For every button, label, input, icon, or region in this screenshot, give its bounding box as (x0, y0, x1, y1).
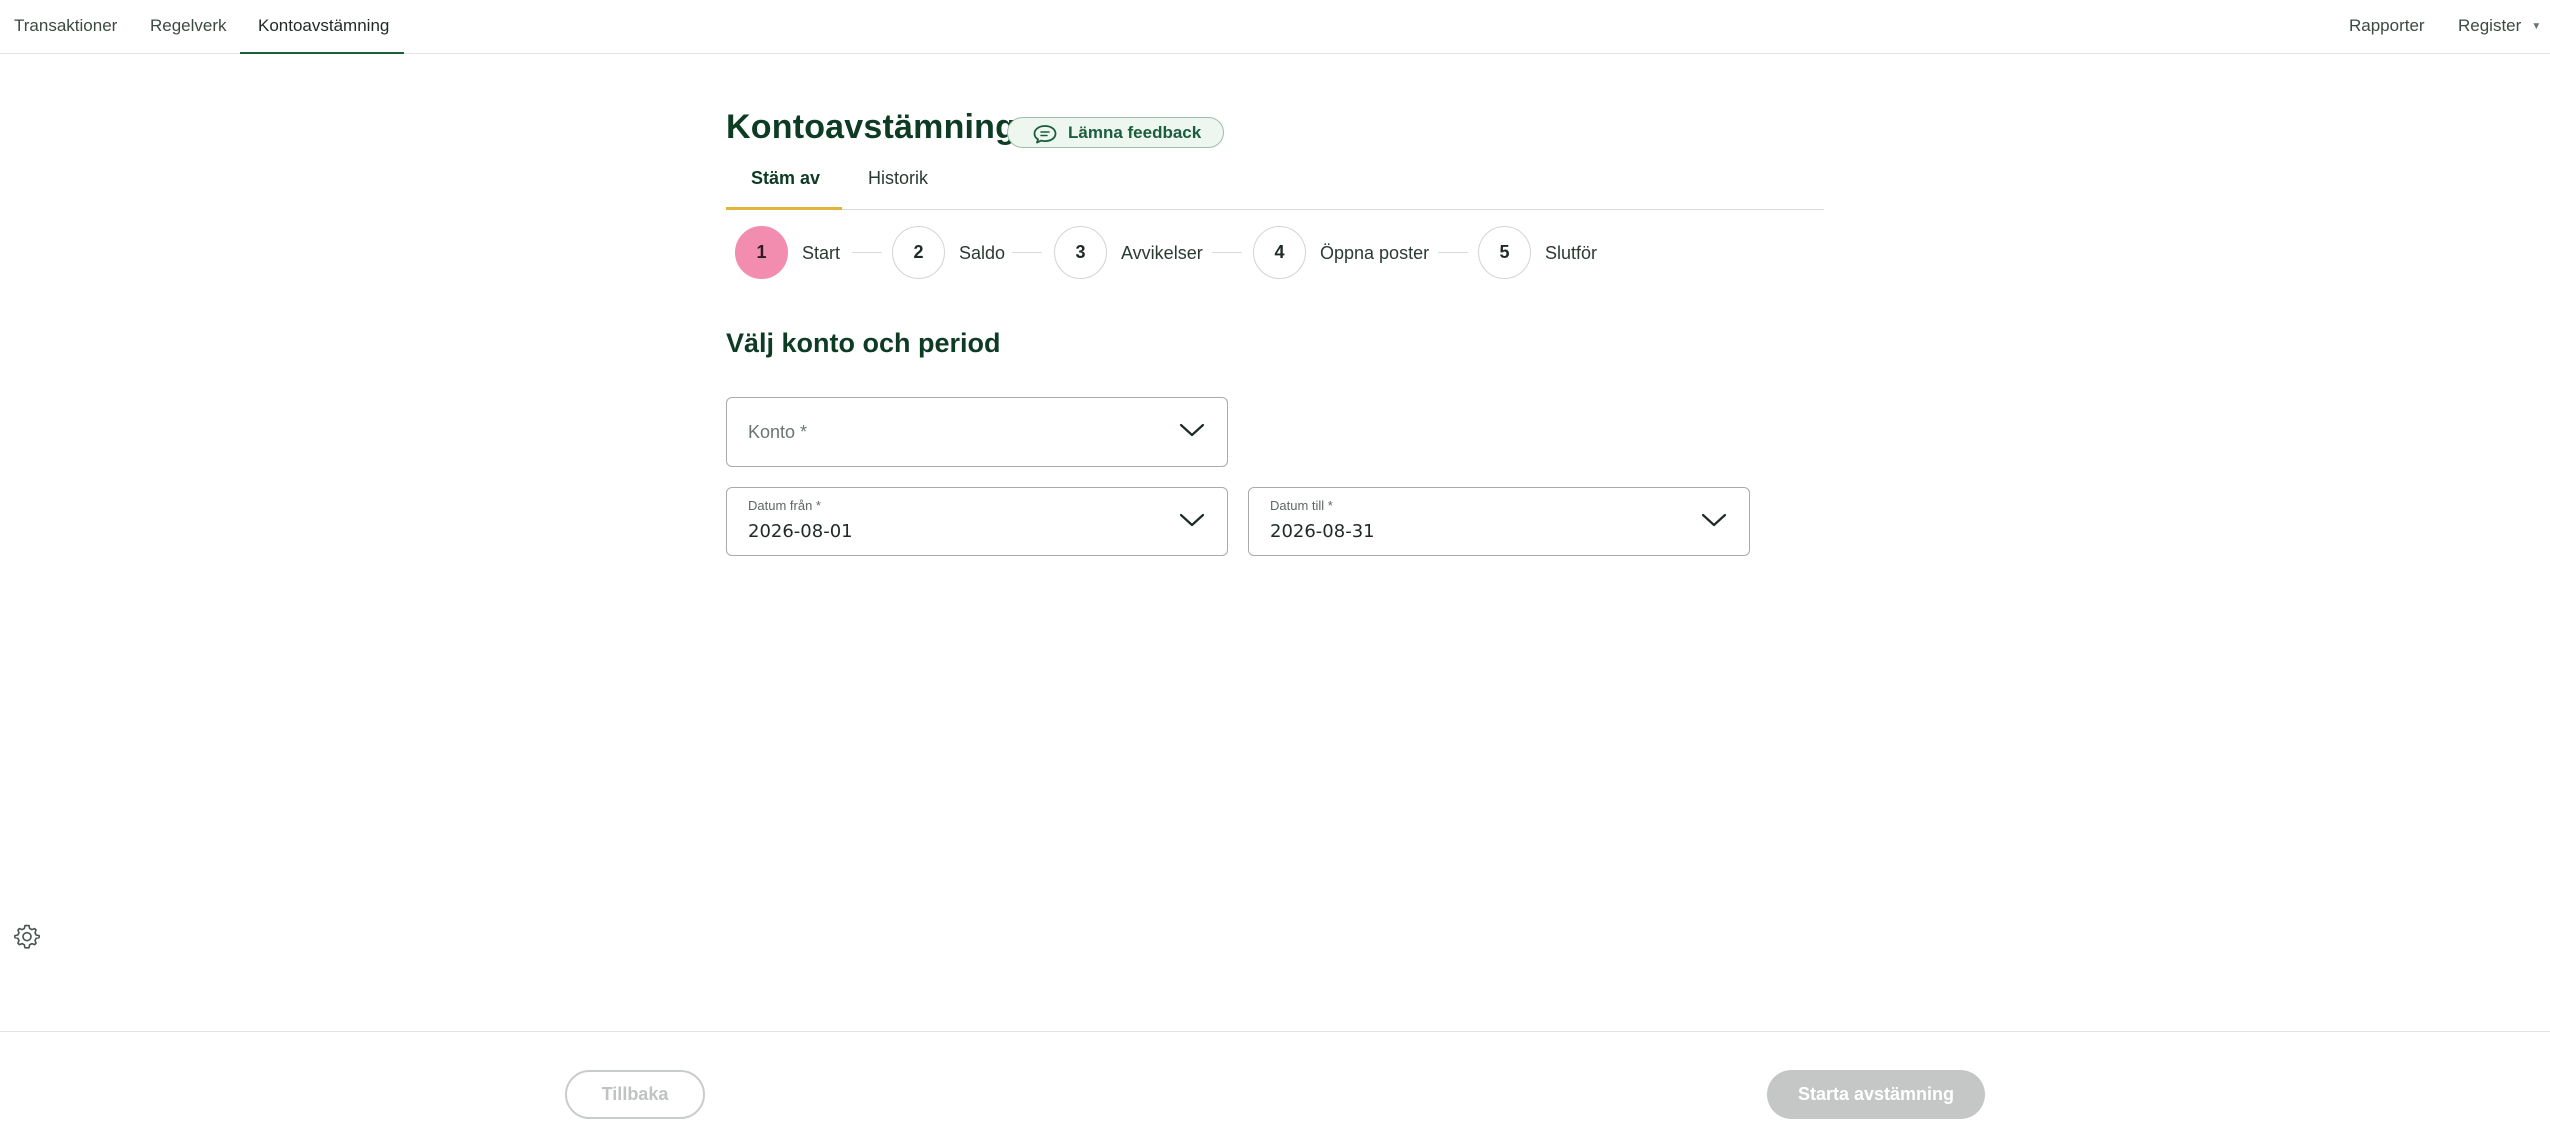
date-to-label: Datum till * (1270, 498, 1333, 513)
step-connector (1012, 252, 1042, 253)
top-navigation: Transaktioner Regelverk Kontoavstämning … (0, 0, 2550, 54)
footer-divider (0, 1031, 2550, 1032)
tab-active-indicator (726, 207, 842, 210)
page-title: Kontoavstämning (726, 108, 1017, 146)
date-to-select[interactable]: Datum till * 2026-08-31 (1248, 487, 1750, 556)
account-select-placeholder: Konto * (748, 422, 808, 442)
date-to-value: 2026-08-31 (1270, 521, 1375, 542)
date-from-select[interactable]: Datum från * 2026-08-01 (726, 487, 1228, 556)
account-select[interactable]: Konto * (726, 397, 1228, 467)
feedback-button[interactable]: Lämna feedback (1007, 117, 1224, 148)
nav-item-regelverk[interactable]: Regelverk (150, 0, 227, 54)
step-5-label: Slutför (1545, 243, 1598, 263)
step-5-circle[interactable]: 5 (1478, 226, 1531, 279)
step-4-circle[interactable]: 4 (1253, 226, 1306, 279)
section-title: Välj konto och period (726, 328, 1001, 358)
step-connector (1212, 252, 1242, 253)
caret-down-icon: ▼ (2531, 20, 2542, 32)
nav-item-kontoavstamning[interactable]: Kontoavstämning (258, 0, 389, 54)
date-from-value: 2026-08-01 (748, 521, 853, 542)
nav-item-register-label: Register (2458, 16, 2522, 35)
step-1-circle[interactable]: 1 (735, 226, 788, 279)
feedback-button-label: Lämna feedback (1068, 123, 1202, 142)
step-2-label: Saldo (959, 243, 1006, 263)
nav-item-rapporter[interactable]: Rapporter (2349, 0, 2425, 54)
chevron-down-icon (1179, 513, 1205, 527)
nav-item-register[interactable]: Register ▼ (2458, 0, 2541, 54)
chevron-down-icon (1701, 513, 1727, 527)
tab-stam-av[interactable]: Stäm av (751, 166, 820, 210)
step-connector (1438, 252, 1468, 253)
step-2-circle[interactable]: 2 (892, 226, 945, 279)
tabs-divider (726, 209, 1824, 210)
chevron-down-icon (1179, 423, 1205, 437)
step-connector (852, 252, 882, 253)
step-3-label: Avvikelser (1121, 243, 1203, 263)
nav-active-indicator (240, 52, 404, 54)
back-button[interactable]: Tillbaka (565, 1070, 705, 1119)
step-4-label: Öppna poster (1320, 243, 1430, 263)
step-3-circle[interactable]: 3 (1054, 226, 1107, 279)
speech-bubble-icon (1033, 125, 1057, 144)
tab-historik[interactable]: Historik (868, 166, 928, 210)
start-reconciliation-button[interactable]: Starta avstämning (1767, 1070, 1985, 1119)
date-from-label: Datum från * (748, 498, 821, 513)
nav-item-transaktioner[interactable]: Transaktioner (14, 0, 117, 54)
step-1-label: Start (802, 243, 841, 263)
gear-icon[interactable] (12, 922, 42, 952)
